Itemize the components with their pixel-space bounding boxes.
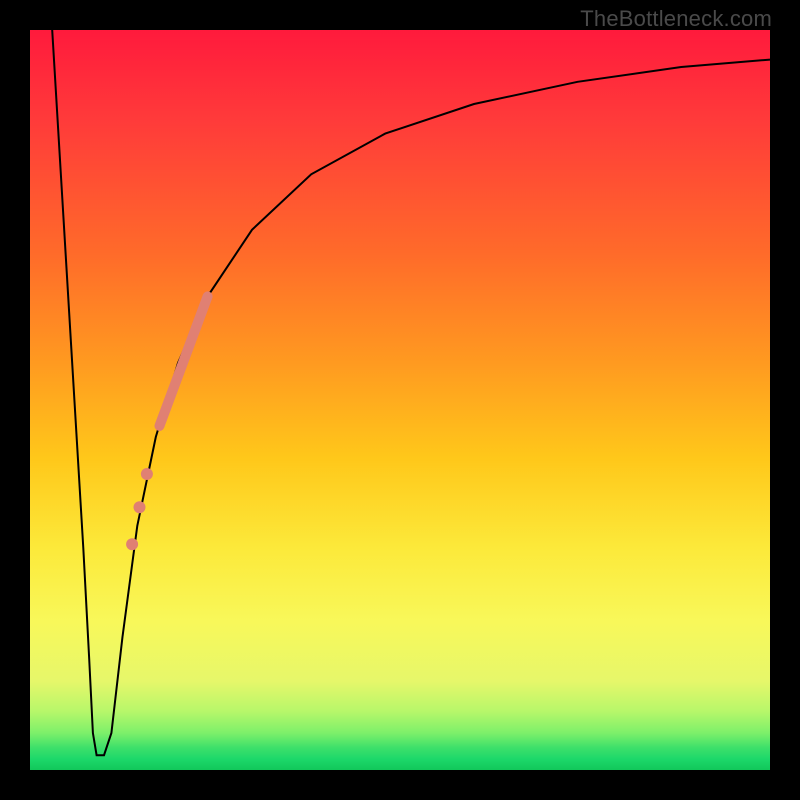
chart-frame: TheBottleneck.com — [0, 0, 800, 800]
watermark-text: TheBottleneck.com — [580, 6, 772, 32]
dot-2 — [134, 501, 146, 513]
highlight-segment — [160, 296, 208, 426]
plot-area — [30, 30, 770, 770]
highlight-dots — [126, 468, 153, 550]
dot-3 — [141, 468, 153, 480]
chart-svg — [30, 30, 770, 770]
bottleneck-curve — [52, 30, 770, 755]
dot-1 — [126, 538, 138, 550]
